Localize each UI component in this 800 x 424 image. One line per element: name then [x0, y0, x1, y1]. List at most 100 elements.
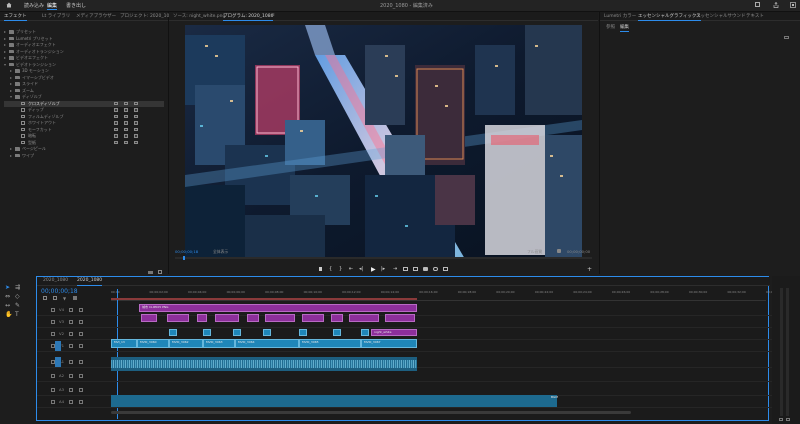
linked-selection-icon[interactable]	[53, 296, 57, 300]
program-timecode-in[interactable]: 00;00;00;18	[175, 249, 198, 254]
pen-tool-icon[interactable]: ✎	[15, 302, 20, 309]
solo-icon[interactable]	[79, 400, 83, 404]
video-clip[interactable]: MVI0_3065	[299, 339, 361, 348]
snap-icon[interactable]	[43, 296, 47, 300]
video-clip[interactable]: MVI0_3064	[235, 339, 299, 348]
source-patch[interactable]	[55, 341, 61, 351]
overlay-clip[interactable]	[333, 329, 341, 336]
effect-item[interactable]: 暗転	[4, 133, 164, 139]
audio-clip-a1[interactable]	[111, 357, 417, 371]
lock-icon[interactable]	[51, 374, 55, 378]
chevron-right-icon[interactable]: ▸	[4, 29, 6, 34]
solo-right-icon[interactable]	[786, 418, 790, 421]
chevron-right-icon[interactable]: ▸	[4, 42, 6, 47]
mute-icon[interactable]	[69, 388, 73, 392]
tab-project[interactable]: プロジェクト: 2020_1080	[120, 13, 175, 19]
subtab-edit[interactable]: 編集	[620, 24, 629, 32]
effect-item[interactable]: ディップ	[4, 107, 164, 113]
lock-icon[interactable]	[51, 332, 55, 336]
fit-select[interactable]: 全体表示	[213, 249, 228, 255]
wrench-icon[interactable]	[557, 249, 561, 253]
title-clip[interactable]	[302, 314, 324, 322]
title-clip[interactable]	[247, 314, 259, 322]
overlay-clip[interactable]	[263, 329, 271, 336]
timeline-timecode[interactable]: 00;00;00;18	[41, 288, 78, 295]
fullscreen-icon[interactable]	[755, 2, 760, 7]
effect-item[interactable]: ▸ オーディオエフェクト	[4, 42, 164, 48]
effect-item[interactable]: ▸ 3D モーション	[4, 68, 164, 74]
sync-icon[interactable]	[69, 308, 73, 312]
type-tool-icon[interactable]: T	[15, 311, 19, 318]
effect-item[interactable]: ▸ ページピール	[4, 146, 164, 152]
mute-icon[interactable]	[69, 400, 73, 404]
mark-out-icon[interactable]: }	[339, 266, 342, 272]
quality-select[interactable]: フル画質	[527, 249, 542, 255]
tab-sequence-b[interactable]: 2020_1080	[77, 278, 103, 286]
effect-item[interactable]: ▸ スライド	[4, 81, 164, 87]
effect-item[interactable]: 型紙	[4, 140, 164, 146]
step-forward-icon[interactable]: |▸	[381, 266, 385, 272]
eye-icon[interactable]	[79, 308, 83, 312]
extract-icon[interactable]	[413, 267, 418, 271]
solo-icon[interactable]	[79, 360, 83, 364]
subtab-browse[interactable]: 参照	[606, 24, 615, 30]
video-clip[interactable]: MVI0_3063	[203, 339, 235, 348]
tab-source[interactable]: ソース: night_white.png	[173, 13, 225, 19]
overlay-clip[interactable]	[169, 329, 177, 336]
night-white-clip[interactable]: night_white	[371, 329, 417, 336]
title-clip[interactable]	[215, 314, 239, 322]
razor-icon[interactable]: ◇	[15, 293, 20, 300]
title-clip[interactable]	[167, 314, 189, 322]
tab-libraries[interactable]: Lt ライブラリ	[42, 13, 70, 19]
tab-lumetri[interactable]: Lumetri カラー	[604, 13, 636, 19]
home-icon[interactable]	[6, 2, 12, 8]
new-bin-icon[interactable]	[148, 271, 153, 274]
title-clip[interactable]	[331, 314, 343, 322]
chevron-right-icon[interactable]: ▸	[10, 146, 12, 151]
chevron-right-icon[interactable]: ▸	[10, 88, 12, 93]
playhead-marker[interactable]	[183, 256, 185, 260]
title-clip[interactable]	[141, 314, 157, 322]
sync-icon[interactable]	[69, 332, 73, 336]
video-clip[interactable]: MVI0_3067	[361, 339, 417, 348]
go-to-in-icon[interactable]: ⇤	[349, 266, 353, 272]
step-back-icon[interactable]: ◂|	[359, 266, 363, 272]
effect-item[interactable]: ▸ ズーム	[4, 88, 164, 94]
video-clip[interactable]: MVI0_3062	[169, 339, 203, 348]
selection-tool-icon[interactable]: ➤	[5, 284, 10, 291]
overlay-clip[interactable]	[203, 329, 211, 336]
chevron-right-icon[interactable]: ▸	[10, 153, 12, 158]
solo-left-icon[interactable]	[779, 418, 783, 421]
track-select-icon[interactable]: ⇶	[15, 284, 20, 291]
lift-icon[interactable]	[403, 267, 408, 271]
effect-item[interactable]: ▸ イマーシブビデオ	[4, 75, 164, 81]
overlay-clip[interactable]	[361, 329, 369, 336]
nav-import[interactable]: 読み込み	[24, 2, 44, 9]
panel-menu-icon[interactable]	[784, 36, 789, 39]
chevron-down-icon[interactable]: ▾	[4, 62, 6, 67]
tab-sequence-a[interactable]: 2020_1080	[43, 278, 68, 283]
overlay-clip[interactable]	[299, 329, 307, 336]
solo-icon[interactable]	[79, 374, 83, 378]
eye-icon[interactable]	[79, 320, 83, 324]
title-clip[interactable]	[197, 314, 207, 322]
chevron-right-icon[interactable]: ▸	[10, 81, 12, 86]
solo-icon[interactable]	[79, 388, 83, 392]
chevron-down-icon[interactable]: ▾	[10, 94, 12, 99]
overlay-clip[interactable]	[233, 329, 241, 336]
lock-icon[interactable]	[51, 388, 55, 392]
tab-effects[interactable]: エフェクト	[4, 13, 27, 21]
eye-icon[interactable]	[79, 344, 83, 348]
eye-icon[interactable]	[79, 332, 83, 336]
compare-icon[interactable]	[443, 267, 448, 271]
nav-edit[interactable]: 編集	[47, 2, 57, 9]
effect-item[interactable]: ▾ ディゾルブ	[4, 94, 164, 100]
work-area-bar[interactable]	[111, 298, 417, 300]
nav-export[interactable]: 書き出し	[66, 2, 86, 9]
effect-item[interactable]: ホワイトアウト	[4, 120, 164, 126]
trash-icon[interactable]	[158, 270, 162, 274]
video-clip[interactable]: MVI_13	[111, 339, 137, 348]
vr-icon[interactable]	[433, 267, 438, 271]
effect-item[interactable]: ▸ Lumetri プリセット	[4, 36, 164, 42]
title-clip-v4[interactable]: 城市 CLIP005 PNG	[139, 304, 417, 312]
